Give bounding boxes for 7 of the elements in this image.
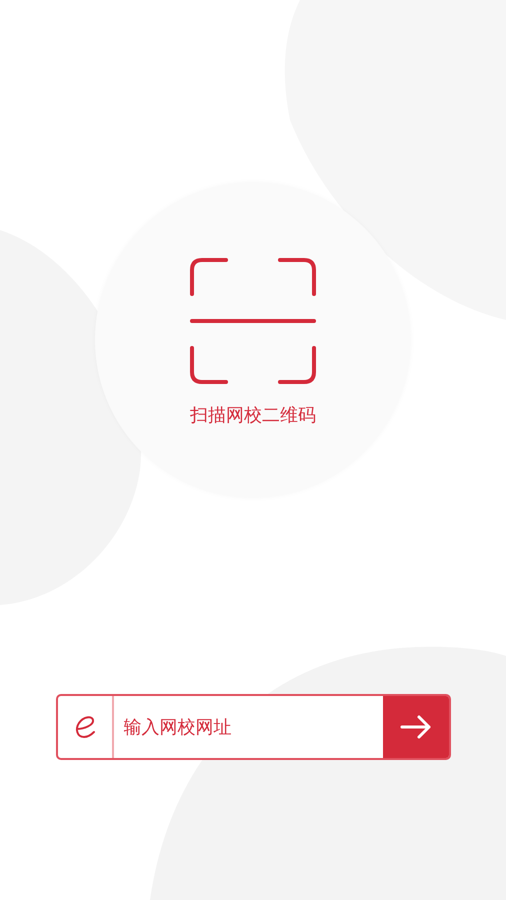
scan-icon — [188, 256, 318, 386]
scan-label: 扫描网校二维码 — [190, 404, 316, 428]
url-bar[interactable]: 输入网校网址 — [56, 694, 450, 760]
go-button[interactable] — [382, 696, 448, 758]
arrow-right-icon — [398, 713, 432, 741]
url-input-field[interactable]: 输入网校网址 — [114, 696, 382, 758]
scan-qr-button[interactable]: 扫描网校二维码 — [95, 182, 411, 498]
